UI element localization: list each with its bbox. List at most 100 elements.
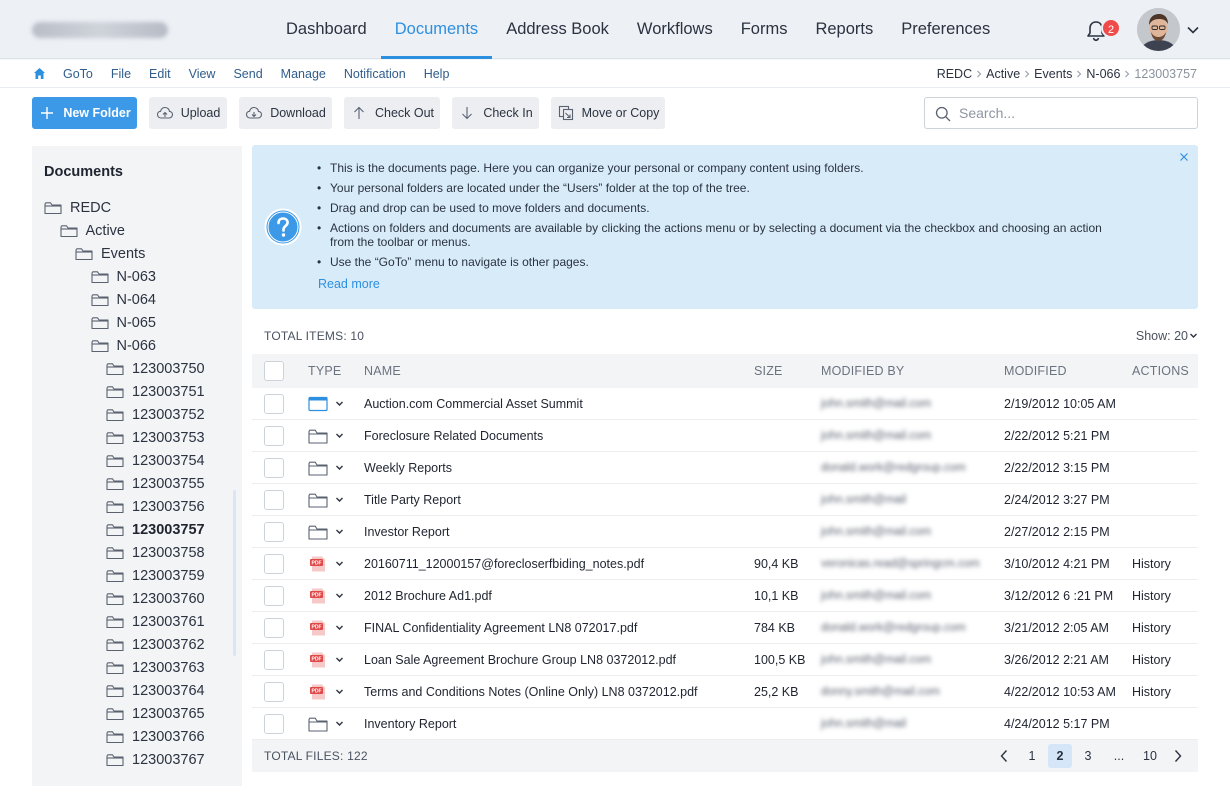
tree-folder[interactable]: 123003753 [32, 426, 232, 449]
tree-folder[interactable]: N-066 [32, 334, 232, 357]
chevron-down-icon[interactable] [335, 463, 344, 472]
nav-forms[interactable]: Forms [727, 0, 802, 59]
user-avatar[interactable] [1137, 8, 1180, 51]
row-actions-menu[interactable] [308, 428, 344, 444]
download-button[interactable]: Download [239, 97, 332, 129]
prev-page-button[interactable] [992, 744, 1016, 768]
read-more-link[interactable]: Read more [318, 277, 380, 291]
tree-folder[interactable]: 123003759 [32, 564, 232, 587]
row-checkbox[interactable] [264, 553, 284, 574]
row-checkbox[interactable] [264, 713, 284, 734]
row-checkbox[interactable] [264, 489, 284, 510]
table-row[interactable]: Investor Report john.smith@mail.com 2/27/2… [252, 516, 1198, 548]
chevron-down-icon[interactable] [335, 719, 344, 728]
close-icon[interactable] [1178, 151, 1190, 163]
chevron-down-icon[interactable] [335, 623, 344, 632]
page-button[interactable]: 2 [1048, 744, 1072, 768]
menu-manage[interactable]: Manage [272, 67, 335, 81]
column-name[interactable]: NAME [364, 354, 401, 388]
row-actions-menu[interactable]: PDF [308, 588, 344, 604]
sidebar-scrollbar[interactable] [233, 490, 236, 656]
row-actions-menu[interactable]: PDF [308, 684, 344, 700]
table-row[interactable]: Foreclosure Related Documents john.smith@… [252, 420, 1198, 452]
nav-reports[interactable]: Reports [801, 0, 887, 59]
chevron-down-icon[interactable] [1186, 23, 1200, 37]
table-row[interactable]: Title Party Report john.smith@mail 2/24/20… [252, 484, 1198, 516]
notification-badge[interactable]: 2 [1101, 18, 1121, 38]
nav-workflows[interactable]: Workflows [623, 0, 727, 59]
menu-edit[interactable]: Edit [140, 67, 180, 81]
row-name[interactable]: 2012 Brochure Ad1.pdf [364, 580, 492, 611]
table-row[interactable]: PDF Terms and Conditions Notes (Online On… [252, 676, 1198, 708]
column-modified-by[interactable]: MODIFIED BY [821, 354, 904, 388]
menu-help[interactable]: Help [415, 67, 459, 81]
page-button[interactable]: 10 [1138, 744, 1162, 768]
chevron-down-icon[interactable] [335, 591, 344, 600]
tree-folder[interactable]: 123003758 [32, 541, 232, 564]
move-or-copy-button[interactable]: Move or Copy [551, 97, 665, 129]
row-name[interactable]: Loan Sale Agreement Brochure Group LN8 0… [364, 644, 676, 675]
search-input[interactable] [959, 103, 1189, 123]
row-checkbox[interactable] [264, 681, 284, 702]
row-actions-menu[interactable] [308, 492, 344, 508]
tree-folder[interactable]: 123003761 [32, 610, 232, 633]
menu-view[interactable]: View [180, 67, 225, 81]
tree-folder[interactable]: 123003766 [32, 725, 232, 748]
tree-folder[interactable]: 123003762 [32, 633, 232, 656]
row-checkbox[interactable] [264, 393, 284, 414]
chevron-down-icon[interactable] [335, 527, 344, 536]
tree-folder[interactable]: Active [32, 219, 232, 242]
select-all-checkbox[interactable] [264, 361, 284, 381]
row-checkbox[interactable] [264, 521, 284, 542]
check-in-button[interactable]: Check In [452, 97, 539, 129]
page-button[interactable]: 3 [1076, 744, 1100, 768]
row-checkbox[interactable] [264, 617, 284, 638]
table-row[interactable]: Inventory Report john.smith@mail 4/24/2012… [252, 708, 1198, 740]
row-actions-menu[interactable] [308, 524, 344, 540]
nav-dashboard[interactable]: Dashboard [272, 0, 381, 59]
row-name[interactable]: FINAL Confidentiality Agreement LN8 0720… [364, 612, 637, 643]
home-icon[interactable] [33, 67, 46, 80]
row-name[interactable]: Terms and Conditions Notes (Online Only)… [364, 676, 698, 707]
row-history-link[interactable]: History [1132, 676, 1171, 707]
tree-folder[interactable]: Events [32, 242, 232, 265]
page-size-select[interactable]: Show: 20 [1136, 329, 1188, 343]
breadcrumb-item[interactable]: REDC [937, 67, 972, 81]
row-name[interactable]: 20160711_12000157@forecloserfbiding_note… [364, 548, 644, 579]
chevron-down-icon[interactable] [335, 495, 344, 504]
check-out-button[interactable]: Check Out [344, 97, 440, 129]
row-name[interactable]: Weekly Reports [364, 452, 452, 483]
row-checkbox[interactable] [264, 425, 284, 446]
new-folder-button[interactable]: New Folder [32, 97, 137, 129]
tree-folder[interactable]: REDC [32, 196, 232, 219]
nav-address-book[interactable]: Address Book [492, 0, 623, 59]
row-checkbox[interactable] [264, 457, 284, 478]
row-actions-menu[interactable] [308, 716, 344, 732]
breadcrumb-item[interactable]: N-066 [1086, 67, 1120, 81]
nav-preferences[interactable]: Preferences [887, 0, 1004, 59]
chevron-down-icon[interactable] [335, 431, 344, 440]
row-history-link[interactable]: History [1132, 548, 1171, 579]
row-history-link[interactable]: History [1132, 644, 1171, 675]
table-row[interactable]: PDF Loan Sale Agreement Brochure Group LN… [252, 644, 1198, 676]
next-page-button[interactable] [1166, 744, 1190, 768]
tree-folder[interactable]: 123003765 [32, 702, 232, 725]
row-actions-menu[interactable]: PDF [308, 556, 344, 572]
row-actions-menu[interactable]: PDF [308, 620, 344, 636]
table-row[interactable]: PDF 2012 Brochure Ad1.pdf 10,1 KB john.smit… [252, 580, 1198, 612]
menu-send[interactable]: Send [224, 67, 271, 81]
column-type[interactable]: TYPE [308, 354, 341, 388]
row-actions-menu[interactable]: PDF [308, 652, 344, 668]
tree-folder[interactable]: 123003760 [32, 587, 232, 610]
column-modified[interactable]: MODIFIED [1004, 354, 1067, 388]
tree-folder[interactable]: 123003756 [32, 495, 232, 518]
table-row[interactable]: Weekly Reports donald.work@redgroup.com 2/… [252, 452, 1198, 484]
upload-button[interactable]: Upload [149, 97, 227, 129]
row-actions-menu[interactable] [308, 396, 344, 412]
chevron-down-icon[interactable] [335, 559, 344, 568]
table-row[interactable]: PDF 20160711_12000157@forecloserfbiding_n… [252, 548, 1198, 580]
page-button[interactable]: 1 [1020, 744, 1044, 768]
row-checkbox[interactable] [264, 649, 284, 670]
row-name[interactable]: Inventory Report [364, 708, 456, 739]
row-history-link[interactable]: History [1132, 580, 1171, 611]
